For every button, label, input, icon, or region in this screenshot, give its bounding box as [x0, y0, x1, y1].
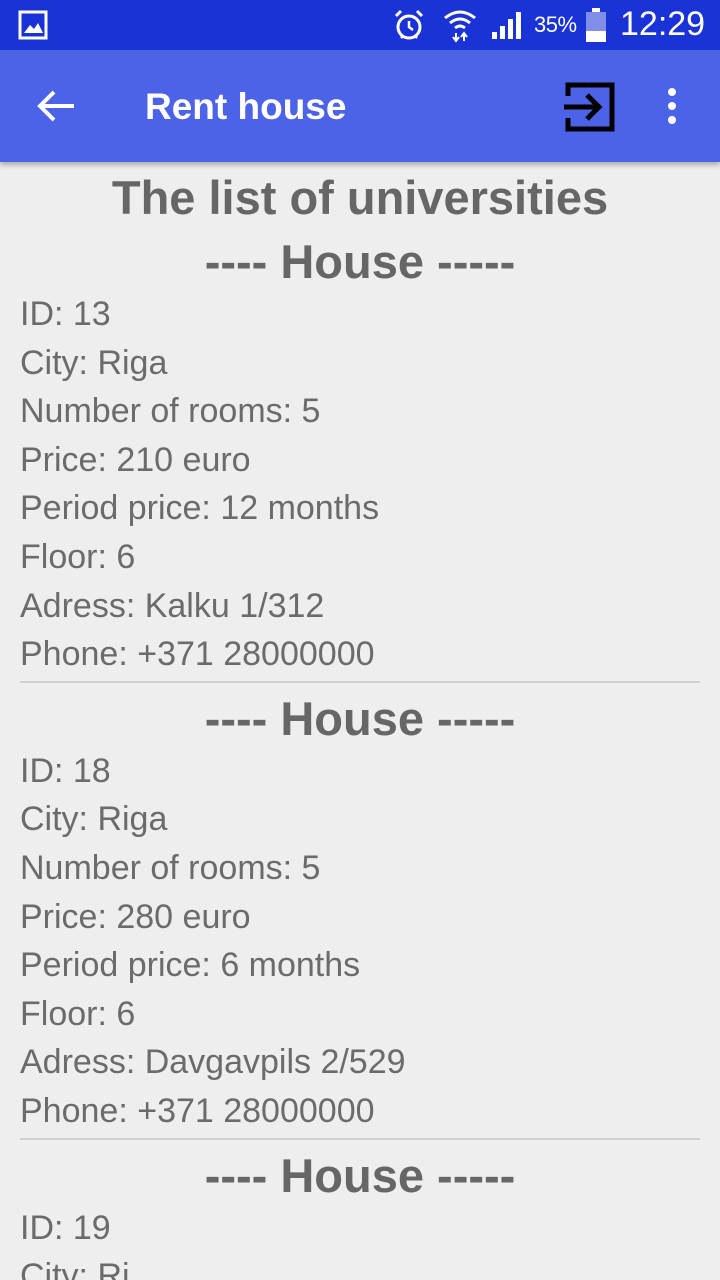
house-address: Adress: Kalku 1/312	[20, 586, 325, 625]
house-city: City: Riga	[20, 343, 168, 382]
house-heading: ---- House -----	[204, 1148, 516, 1202]
signal-icon	[492, 12, 521, 39]
house-city: City: Riga	[20, 800, 168, 839]
house-list[interactable]: The list of universities ---- House ----…	[0, 162, 720, 1280]
house-period: Period price: 12 months	[20, 489, 380, 528]
house-price: Price: 210 euro	[20, 440, 251, 479]
wifi-icon	[444, 10, 476, 43]
house-floor: Floor: 6	[20, 537, 136, 576]
alarm-icon	[394, 9, 424, 40]
house-card: ---- House ----- ID: 13 City: Riga Numbe…	[0, 233, 720, 683]
gallery-icon	[18, 10, 48, 40]
app-title: Rent house	[145, 86, 347, 127]
house-price: Price: 280 euro	[20, 897, 251, 936]
house-id: ID: 19	[20, 1208, 111, 1247]
status-bar: 35% 12:29	[0, 0, 720, 50]
divider	[20, 680, 700, 683]
house-heading: ---- House -----	[204, 691, 516, 745]
battery-percent: 35%	[534, 12, 577, 37]
house-heading: ---- House -----	[204, 235, 516, 288]
battery-icon	[586, 8, 606, 42]
house-rooms: Number of rooms: 5	[20, 848, 321, 887]
more-vert-icon[interactable]	[656, 86, 688, 126]
house-card: ---- House ----- ID: 18 City: Riga Numbe…	[0, 690, 720, 1140]
app-bar: Rent house	[0, 50, 720, 162]
house-floor: Floor: 6	[20, 994, 136, 1033]
divider	[20, 1137, 700, 1140]
house-id: ID: 18	[20, 751, 111, 790]
clock: 12:29	[620, 5, 706, 43]
page-heading: The list of universities	[111, 171, 609, 224]
house-city: City: Ri	[20, 1257, 130, 1280]
house-phone: Phone: +371 28000000	[20, 635, 375, 674]
house-card: ---- House ----- ID: 19 City: Ri	[0, 1147, 720, 1280]
exit-icon[interactable]	[562, 79, 620, 135]
back-arrow-icon[interactable]	[34, 86, 78, 126]
house-address: Adress: Davgavpils 2/529	[20, 1043, 406, 1082]
house-phone: Phone: +371 28000000	[20, 1091, 375, 1130]
house-rooms: Number of rooms: 5	[20, 392, 321, 431]
house-id: ID: 13	[20, 295, 111, 333]
house-period: Period price: 6 months	[20, 946, 361, 985]
